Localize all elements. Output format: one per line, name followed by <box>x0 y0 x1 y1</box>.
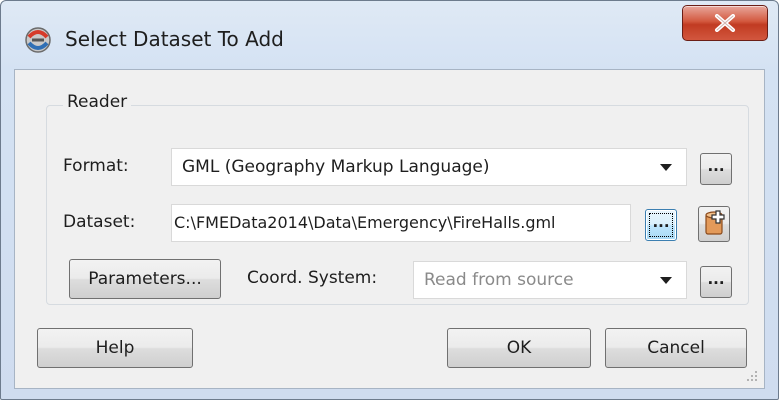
chevron-down-icon[interactable] <box>660 164 672 171</box>
window-title: Select Dataset To Add <box>65 27 284 51</box>
resize-grip-icon[interactable] <box>744 368 758 382</box>
add-dataset-button[interactable] <box>698 206 730 242</box>
reader-group-label: Reader <box>63 92 132 112</box>
format-select[interactable]: GML (Geography Markup Language) <box>171 148 687 186</box>
format-browse-button[interactable]: ... <box>700 153 732 185</box>
reader-groupbox: Reader Format: GML (Geography Markup Lan… <box>46 92 749 305</box>
coord-system-label: Coord. System: <box>247 268 378 288</box>
coord-system-browse-button[interactable]: ... <box>700 266 732 298</box>
dataset-path-field[interactable]: C:\FMEData2014\Data\Emergency\FireHalls.… <box>171 204 631 242</box>
ok-button[interactable]: OK <box>447 328 591 368</box>
fme-workbench-icon <box>23 25 53 55</box>
title-bar[interactable]: Select Dataset To Add <box>1 1 778 79</box>
add-dataset-icon <box>705 210 725 235</box>
parameters-button[interactable]: Parameters... <box>69 259 221 299</box>
close-icon <box>715 14 735 32</box>
dialog-body: Reader Format: GML (Geography Markup Lan… <box>14 69 765 389</box>
help-button[interactable]: Help <box>37 328 193 368</box>
cancel-button[interactable]: Cancel <box>605 328 747 368</box>
chevron-down-icon[interactable] <box>660 277 672 284</box>
dialog-window: Select Dataset To Add Reader Format: GML… <box>0 0 779 400</box>
close-button[interactable] <box>682 5 768 41</box>
dataset-label: Dataset: <box>63 212 136 232</box>
dataset-browse-button[interactable]: ... <box>645 209 677 241</box>
format-label: Format: <box>63 156 129 176</box>
coord-system-value: Read from source <box>424 270 574 290</box>
coord-system-select[interactable]: Read from source <box>413 261 687 299</box>
format-value: GML (Geography Markup Language) <box>182 157 490 177</box>
